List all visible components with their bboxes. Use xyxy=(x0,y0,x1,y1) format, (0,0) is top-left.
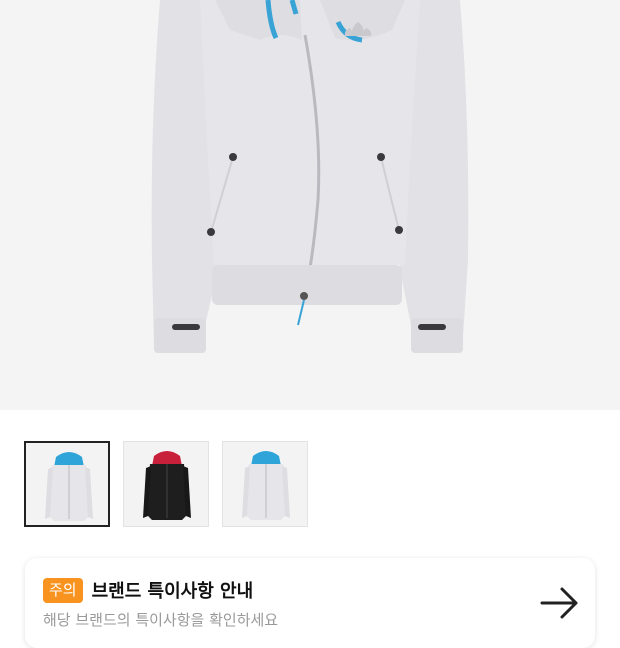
thumbnail-2[interactable] xyxy=(123,441,209,527)
warning-badge: 주의 xyxy=(43,577,83,603)
thumbnail-3[interactable] xyxy=(222,441,308,527)
product-hero-image xyxy=(0,0,620,410)
thumbnail-2-image xyxy=(143,451,191,520)
brand-notice-card[interactable]: 주의 브랜드 특이사항 안내 해당 브랜드의 특이사항을 확인하세요 xyxy=(25,558,595,648)
thumbnail-3-image xyxy=(242,451,290,520)
notice-header: 주의 브랜드 특이사항 안내 xyxy=(43,577,253,603)
thumbnail-1[interactable] xyxy=(24,441,110,527)
thumbnail-1-image xyxy=(45,452,93,521)
arrow-right-icon[interactable] xyxy=(538,585,582,621)
hoodie-illustration xyxy=(151,0,469,353)
thumbnail-gallery xyxy=(24,441,308,527)
notice-title: 브랜드 특이사항 안내 xyxy=(91,581,254,602)
